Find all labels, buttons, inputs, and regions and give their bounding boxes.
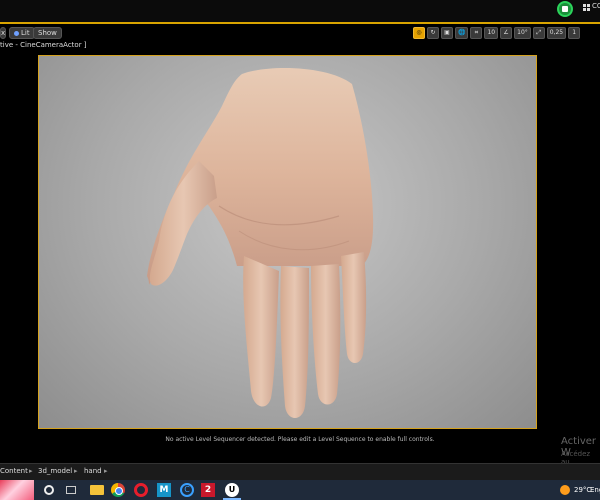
- grid-icon[interactable]: [583, 4, 590, 11]
- scale-tool[interactable]: ▣: [441, 27, 453, 39]
- scale-snap-value[interactable]: 0,25: [546, 27, 567, 39]
- language-indicator[interactable]: Eng: [590, 486, 600, 494]
- camera-speed[interactable]: 1: [568, 27, 581, 39]
- weather-sun-icon[interactable]: [560, 485, 570, 495]
- breadcrumb-separator: ▸: [104, 467, 108, 475]
- two-app-icon[interactable]: 2: [201, 483, 215, 497]
- show-flags-button[interactable]: Show: [33, 27, 62, 39]
- m-app-icon[interactable]: M: [157, 483, 171, 497]
- transform-toolbar: ◎ ↻ ▣ 🌐 ⌗ 10 ∠ 10° ⤢ 0,25 1: [413, 27, 581, 39]
- sequencer-warning: No active Level Sequencer detected. Plea…: [165, 436, 435, 443]
- breadcrumb-separator: ▸: [29, 467, 33, 475]
- hand-model[interactable]: [39, 56, 536, 428]
- thumb: [149, 161, 217, 286]
- breadcrumb-separator: ▸: [74, 467, 78, 475]
- rotate-tool[interactable]: ↻: [427, 27, 439, 39]
- breadcrumb-3d-model[interactable]: 3d_model: [38, 467, 72, 475]
- shield-check-icon[interactable]: [557, 1, 573, 17]
- finger-middle: [280, 266, 309, 418]
- rotation-snap-toggle[interactable]: ∠: [500, 27, 513, 39]
- grid-snap-value[interactable]: 10: [484, 27, 499, 39]
- surface-snap-toggle[interactable]: ⌗: [470, 27, 483, 39]
- lit-mode-button[interactable]: Lit: [9, 27, 35, 39]
- lit-sphere-icon: [14, 30, 19, 36]
- topbar-label[interactable]: CO: [592, 2, 600, 10]
- unreal-engine-icon[interactable]: U: [225, 483, 239, 497]
- finger-ring: [311, 264, 341, 405]
- windows-taskbar: M C 2 U: [0, 480, 600, 500]
- viewport-transform-tool[interactable]: ◎: [413, 27, 425, 39]
- viewport-options-button[interactable]: x: [0, 27, 6, 39]
- pilot-camera-label: tive - CineCameraActor ]: [0, 41, 87, 49]
- chrome-icon[interactable]: [111, 483, 125, 497]
- finger-index: [243, 256, 279, 407]
- rotation-snap-value[interactable]: 10°: [514, 27, 531, 39]
- content-browser-breadcrumb: Content ▸ 3d_model ▸ hand ▸: [0, 463, 600, 480]
- editor-title-bar: CO: [0, 0, 600, 22]
- opera-icon[interactable]: [134, 483, 148, 497]
- task-view-icon[interactable]: [66, 486, 76, 494]
- scale-snap-toggle[interactable]: ⤢: [532, 27, 545, 39]
- camera-frame[interactable]: [38, 55, 537, 429]
- c-app-icon[interactable]: C: [180, 483, 194, 497]
- file-explorer-icon[interactable]: [90, 485, 104, 495]
- search-icon[interactable]: [44, 485, 54, 495]
- lit-label: Lit: [21, 29, 30, 37]
- world-local-toggle[interactable]: 🌐: [455, 27, 469, 39]
- breadcrumb-hand[interactable]: hand: [84, 467, 102, 475]
- start-flower-icon[interactable]: [0, 480, 34, 500]
- finger-little: [341, 252, 367, 363]
- temperature-text: 29°C: [574, 486, 592, 494]
- palm: [147, 68, 374, 285]
- breadcrumb-content[interactable]: Content: [0, 467, 28, 475]
